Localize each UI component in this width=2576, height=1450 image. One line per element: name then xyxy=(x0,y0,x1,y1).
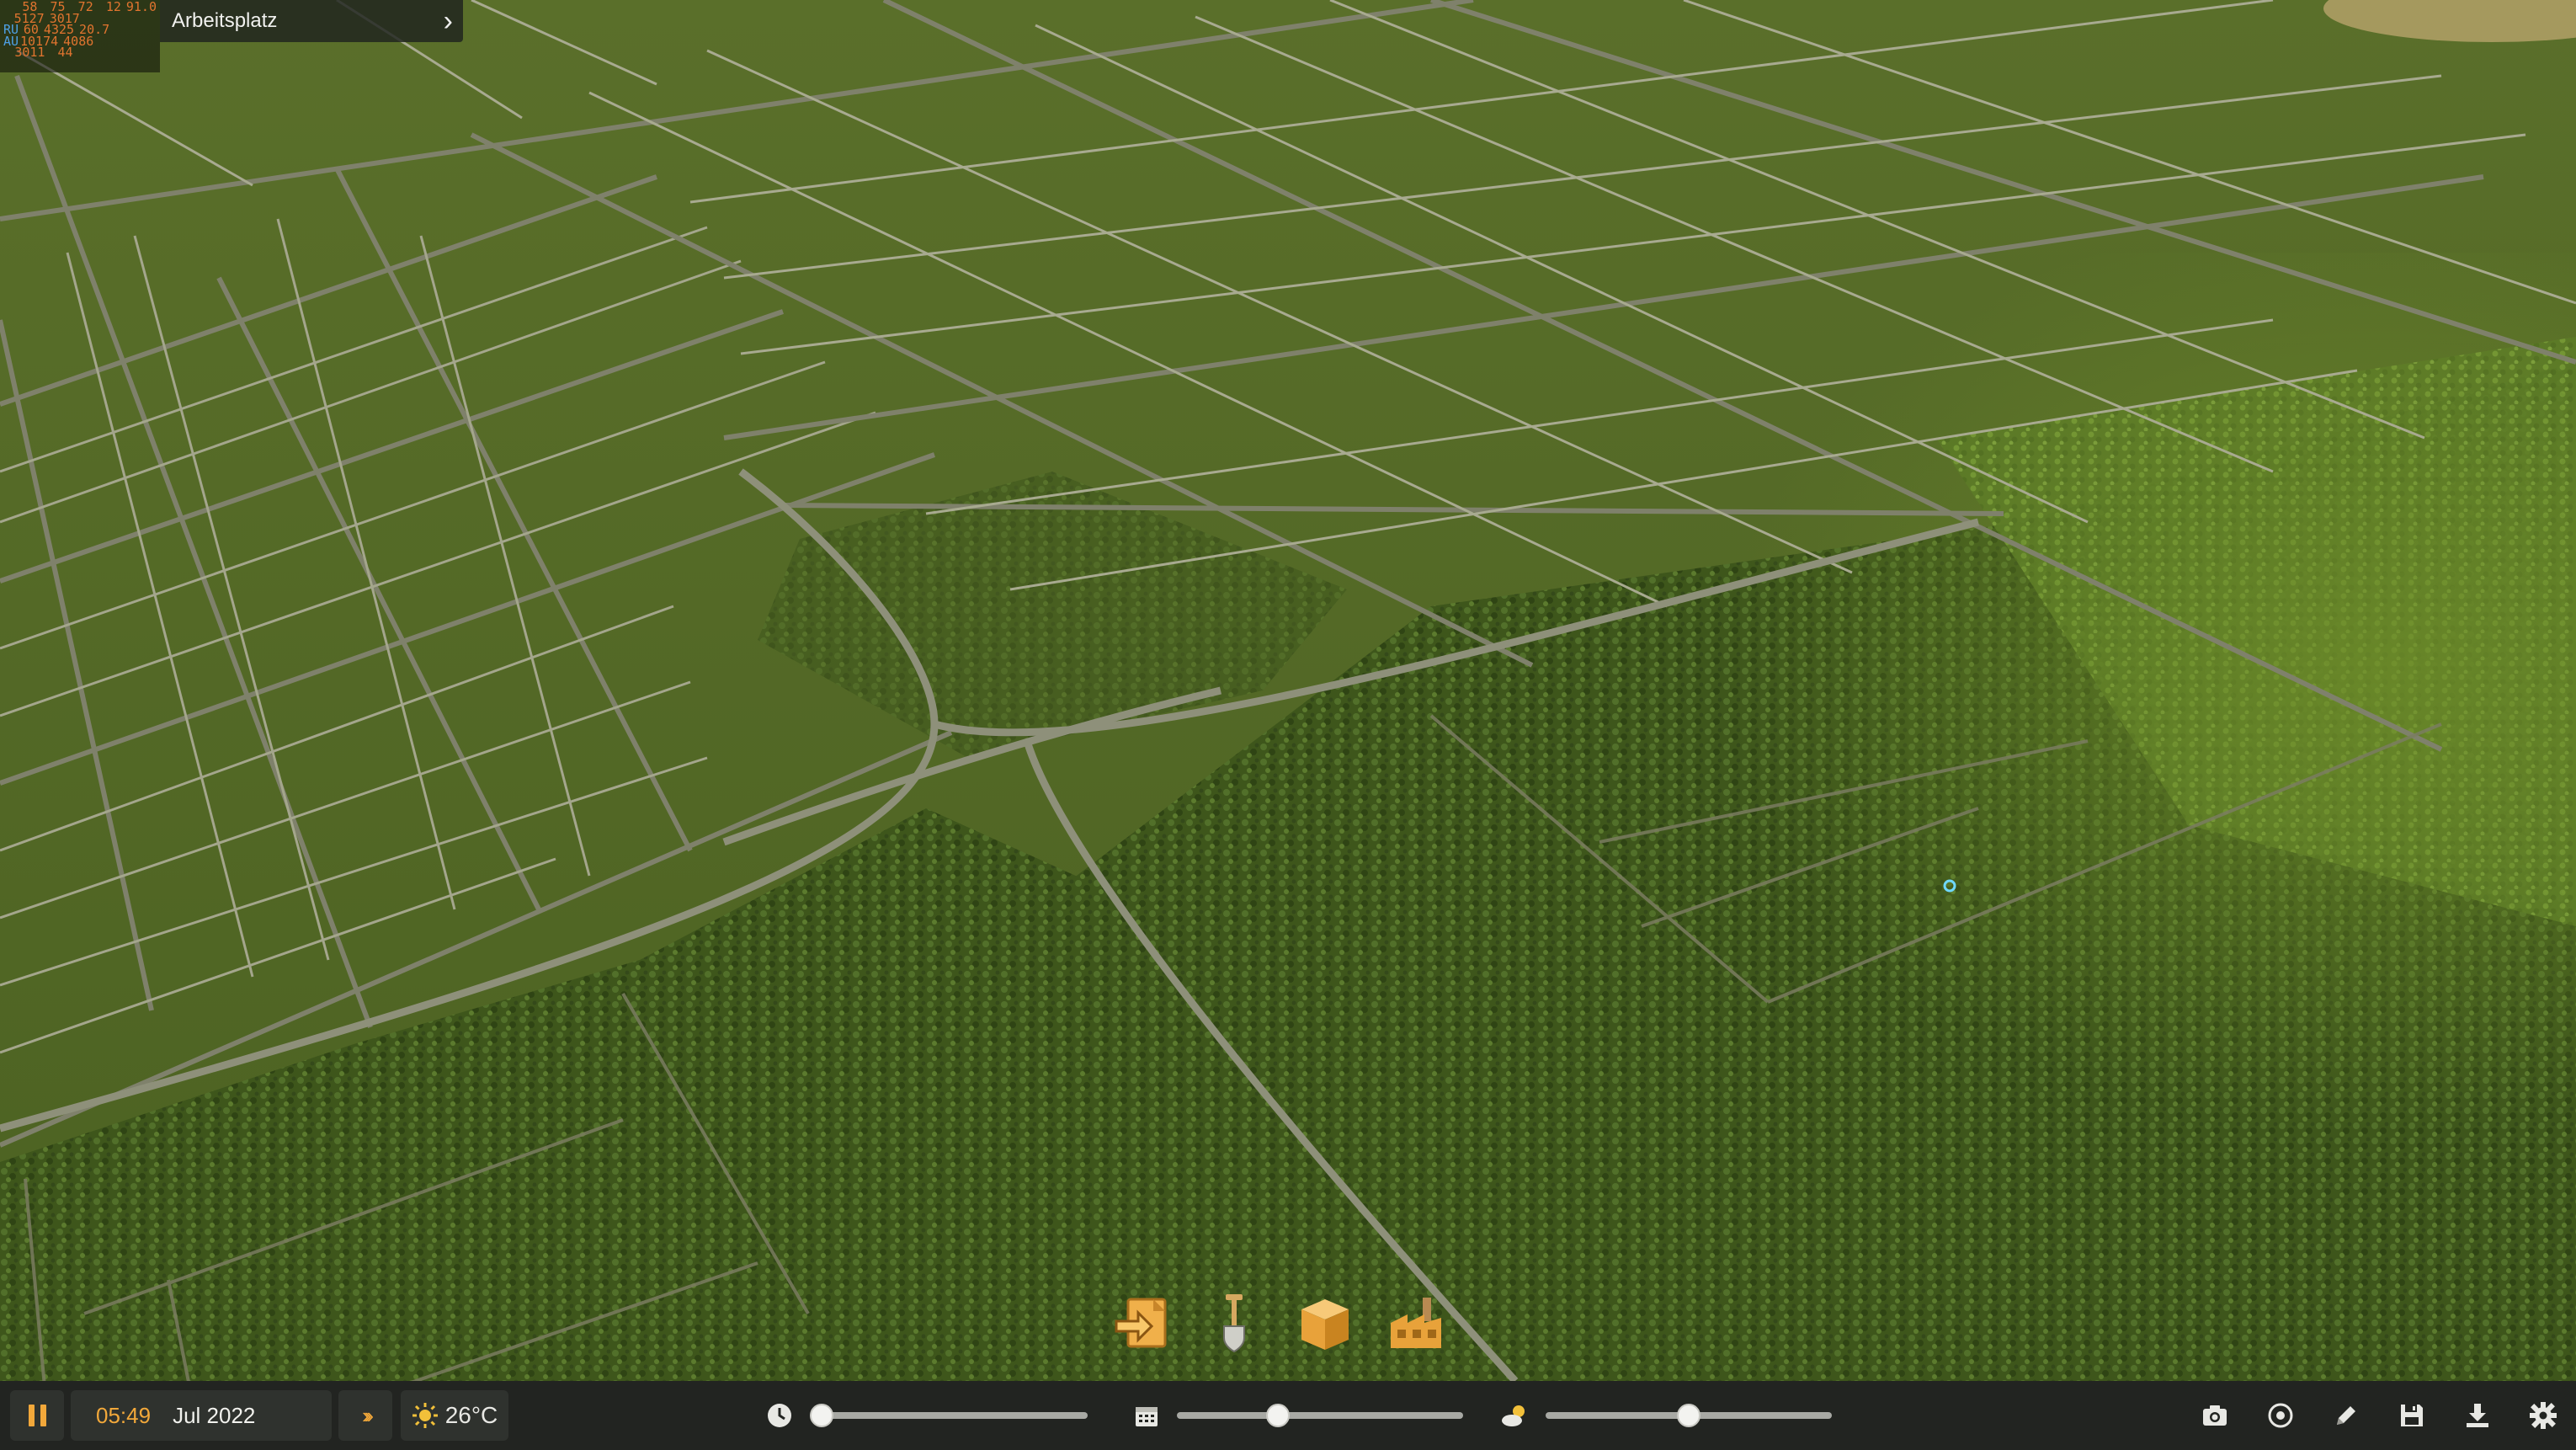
crate-icon xyxy=(1301,1299,1349,1350)
game-viewport[interactable]: 58 75 72 12 91.0 5127 3017 RU 60 4325 20.7 AU 10174 4… xyxy=(0,0,2576,1450)
workspace-title: Arbeitsplatz xyxy=(172,9,278,32)
performance-overlay: 58 75 72 12 91.0 5127 3017 RU 60 4325 20.7 AU 10174 4… xyxy=(0,0,160,72)
floppy-disk-icon xyxy=(2401,1405,2423,1426)
date-thumb[interactable] xyxy=(1266,1404,1291,1427)
objects-tool-button[interactable] xyxy=(1291,1284,1359,1362)
pencil-icon xyxy=(2337,1406,2355,1425)
factory-icon xyxy=(1391,1298,1441,1348)
time-label: 05:49 xyxy=(96,1402,152,1428)
perf-label xyxy=(3,47,9,59)
gear-icon xyxy=(2530,1402,2557,1429)
perf-value: 91.0 xyxy=(125,0,157,14)
fast-forward-icon: ››› xyxy=(362,1402,374,1428)
perf-value xyxy=(120,36,136,48)
camera-icon xyxy=(2203,1405,2227,1426)
date-slider[interactable] xyxy=(1177,1404,1463,1427)
perf-value xyxy=(138,24,157,36)
download-icon xyxy=(2467,1404,2488,1427)
perf-label xyxy=(3,2,9,13)
edit-button[interactable] xyxy=(2313,1381,2379,1450)
save-button[interactable] xyxy=(2379,1381,2445,1450)
time-of-day-slider[interactable] xyxy=(810,1404,1088,1427)
partly-cloudy-icon xyxy=(1498,1399,1532,1432)
perf-value xyxy=(78,47,101,59)
calendar-icon xyxy=(1130,1399,1163,1432)
date-control xyxy=(1130,1381,1463,1450)
weather-slider[interactable] xyxy=(1546,1404,1832,1427)
temperature-display: 26°C xyxy=(401,1390,508,1441)
terrain-map[interactable] xyxy=(0,0,2576,1450)
weather-thumb[interactable] xyxy=(1677,1404,1700,1427)
tool-buttons xyxy=(1110,1284,1450,1362)
perf-value xyxy=(134,47,157,59)
workspace-selector[interactable]: Arbeitsplatz › xyxy=(160,0,463,42)
perf-value xyxy=(106,47,129,59)
target-icon xyxy=(2268,1403,2293,1428)
chevron-right-icon[interactable]: › xyxy=(444,7,453,35)
time-of-day-control xyxy=(763,1381,1088,1450)
perf-row: 3011 44 xyxy=(3,45,157,60)
clock-display: 05:49 Jul 2022 xyxy=(71,1390,332,1441)
screenshot-button[interactable] xyxy=(2182,1381,2248,1450)
perf-value xyxy=(141,36,157,48)
forest-sunlight xyxy=(1263,253,2576,1179)
arrow-into-box-icon xyxy=(1115,1298,1167,1348)
perf-value: 12 xyxy=(105,0,121,14)
time-of-day-thumb[interactable] xyxy=(810,1404,833,1427)
perf-value: 44 xyxy=(57,45,73,60)
perf-label: AU xyxy=(3,33,19,49)
terraform-tool-button[interactable] xyxy=(1200,1284,1268,1362)
pause-button[interactable] xyxy=(10,1390,64,1441)
perf-value xyxy=(98,36,114,48)
date-label: Jul 2022 xyxy=(173,1402,256,1428)
export-button[interactable] xyxy=(2445,1381,2510,1450)
fast-forward-button[interactable]: ››› xyxy=(338,1390,392,1441)
buildings-tool-button[interactable] xyxy=(1382,1284,1450,1362)
right-toolbar xyxy=(2182,1381,2576,1450)
perf-value xyxy=(136,13,157,25)
clock-icon xyxy=(763,1399,796,1432)
focus-button[interactable] xyxy=(2248,1381,2313,1450)
perf-value xyxy=(114,24,133,36)
perf-value xyxy=(110,13,130,25)
weather-control xyxy=(1498,1381,1832,1450)
sun-icon xyxy=(412,1403,438,1428)
perf-value: 3011 xyxy=(14,45,45,60)
settings-button[interactable] xyxy=(2510,1381,2576,1450)
shovel-icon xyxy=(1223,1294,1245,1353)
import-tool-button[interactable] xyxy=(1110,1284,1177,1362)
temperature-label: 26°C xyxy=(444,1402,498,1428)
pause-icon xyxy=(28,1405,46,1426)
